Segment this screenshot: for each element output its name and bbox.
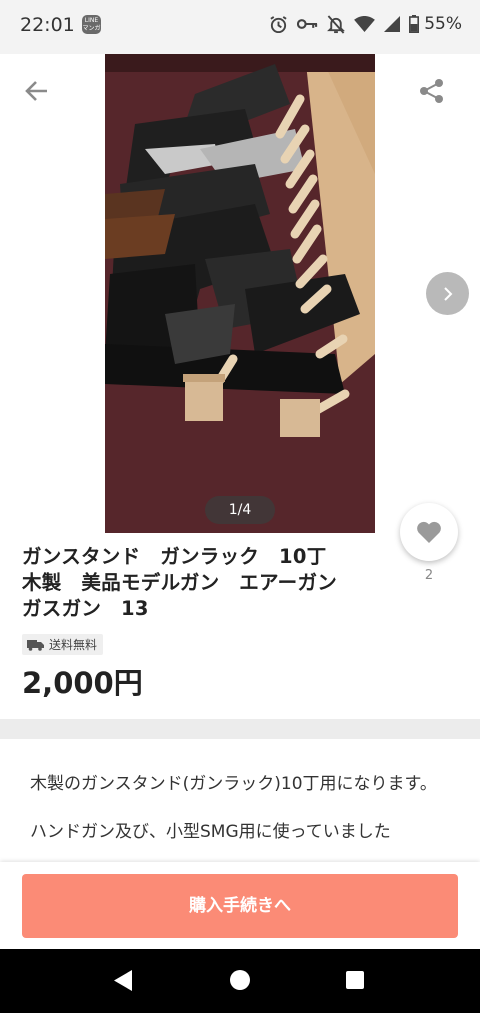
- product-title: ガンスタンド ガンラック 10丁 木製 美品モデルガン エアーガン ガスガン 1…: [22, 545, 338, 620]
- system-nav-bar: [0, 949, 480, 1013]
- section-divider: [0, 719, 480, 739]
- chevron-right-icon: [443, 286, 452, 301]
- product-description: 木製のガンスタンド(ガンラック)10丁用になります。 ハンドガン及び、小型SMG…: [30, 772, 460, 868]
- description-paragraph: ハンドガン及び、小型SMG用に使っていました: [30, 822, 391, 842]
- status-bar: 22:01 LINE マンガ 55%: [0, 0, 480, 54]
- nav-recents-icon[interactable]: [346, 971, 364, 989]
- status-icons: 55%: [269, 14, 462, 34]
- image-counter: 1/4: [205, 496, 275, 524]
- battery-icon: [409, 15, 420, 33]
- product-price: 2,000円: [22, 666, 143, 700]
- like-button[interactable]: [400, 503, 458, 561]
- like-count: 2: [424, 568, 434, 583]
- nav-back-icon[interactable]: [114, 970, 134, 991]
- shipping-label: 送料無料: [49, 638, 98, 652]
- heart-icon: [417, 521, 441, 543]
- share-icon: [420, 79, 443, 103]
- bell-off-icon: [327, 14, 346, 34]
- alarm-icon: [270, 15, 287, 33]
- battery-percent: 55%: [424, 14, 462, 34]
- nav-home-icon[interactable]: [230, 970, 250, 990]
- key-icon: [297, 19, 318, 29]
- product-photo[interactable]: [105, 54, 375, 533]
- purchase-button[interactable]: 購入手続きへ: [22, 874, 458, 938]
- image-gallery[interactable]: 1/4: [0, 54, 480, 534]
- shipping-badge: 送料無料: [22, 634, 104, 655]
- truck-icon: [27, 639, 44, 651]
- status-time: 22:01: [20, 14, 75, 36]
- signal-icon: [384, 16, 401, 32]
- back-button[interactable]: [22, 76, 52, 106]
- line-manga-icon: LINE マンガ: [82, 15, 101, 34]
- share-button[interactable]: [417, 76, 447, 106]
- next-image-button[interactable]: [426, 272, 469, 315]
- wifi-icon: [354, 15, 376, 32]
- description-paragraph: 木製のガンスタンド(ガンラック)10丁用になります。: [30, 774, 437, 794]
- purchase-bar: 購入手続きへ: [0, 862, 480, 949]
- arrow-left-icon: [25, 81, 47, 101]
